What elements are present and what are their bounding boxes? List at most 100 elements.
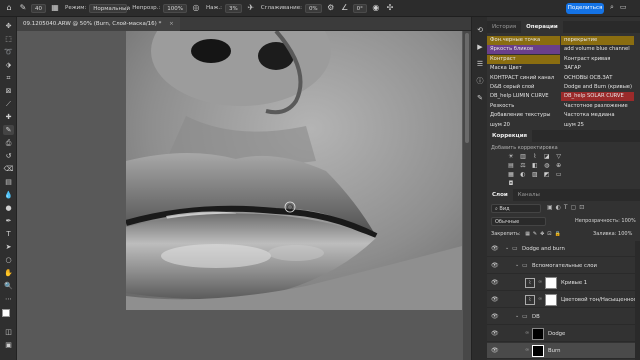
panel-scrollbar[interactable] [635,241,640,360]
action-button[interactable]: Фон.черные точка [487,36,560,45]
black-white-icon[interactable]: ◧ [531,162,539,169]
action-button[interactable]: add volume blue channel [561,45,634,55]
pressure-opacity-icon[interactable]: ◎ [191,3,201,13]
settings-gear-icon[interactable]: ⚙ [326,3,336,13]
blend-mode-dropdown[interactable]: Обычные [491,217,546,226]
layer-mask-thumbnail[interactable] [545,277,557,289]
home-icon[interactable]: ⌂ [4,3,14,13]
chevron-down-icon[interactable]: ⌄ [515,313,519,319]
tab-channels[interactable]: Каналы [513,189,545,201]
lasso-tool-icon[interactable]: ➰ [3,47,14,57]
visibility-eye-icon[interactable]: 👁 [491,347,499,354]
mask-link-icon[interactable]: ∞ [525,347,529,353]
gradient-map-icon[interactable]: ▭ [555,171,563,178]
posterize-icon[interactable]: ▨ [531,171,539,178]
layer-row[interactable]: 👁 ⌄ ▭ DB [487,309,635,325]
properties-panel-icon[interactable]: ☰ [475,59,485,69]
object-select-icon[interactable]: ⬗ [3,60,14,70]
mode-dropdown[interactable]: Нормальный [89,3,130,13]
layer-mask-thumbnail[interactable] [545,294,557,306]
visibility-eye-icon[interactable]: 👁 [491,245,499,252]
visibility-eye-icon[interactable]: 👁 [491,330,499,337]
exposure-icon[interactable]: ◪ [543,153,551,160]
history-brush-icon[interactable]: ↺ [3,151,14,161]
tab-corrections[interactable]: Коррекция [487,130,533,142]
workspace-icon[interactable]: ▭ [620,3,627,12]
filter-pixel-icon[interactable]: ▣ [547,204,556,211]
brightness-icon[interactable]: ☀ [507,153,515,160]
color-balance-icon[interactable]: ⚖ [519,162,527,169]
actions-panel-icon[interactable]: ▶ [475,42,485,52]
search-icon[interactable]: ⌕ [610,3,614,12]
visibility-eye-icon[interactable]: 👁 [491,313,499,320]
screen-mode-icon[interactable]: ▣ [3,340,14,350]
frame-tool-icon[interactable]: ⊠ [3,86,14,96]
shape-tool-icon[interactable]: ○ [3,255,14,265]
brush-size[interactable]: 40 [31,3,46,13]
photo-image[interactable] [126,31,462,310]
brush-tool-icon[interactable]: ✎ [18,3,28,13]
action-button[interactable]: Dodge and Burn (кривые) [561,83,634,92]
invert-icon[interactable]: ◐ [519,171,527,178]
airbrush-icon[interactable]: ✈ [246,3,256,13]
action-button[interactable]: Контраст [487,54,560,64]
action-button[interactable]: Резкость [487,101,560,111]
fill-value[interactable]: 100% [618,231,632,237]
blur-tool-icon[interactable]: 💧 [3,190,14,200]
action-button[interactable]: Контраст кривая [561,54,634,64]
hue-saturation-icon[interactable]: ▤ [507,162,515,169]
brush-panel-icon[interactable]: ▦ [50,3,60,13]
tab-layers[interactable]: Слои [487,189,513,201]
filter-type-icon[interactable]: T [564,204,571,211]
action-button[interactable]: шум 20 [487,120,560,130]
action-button[interactable]: перекрытие [561,36,634,45]
layer-row[interactable]: 👁 ⌇∞ Цветовой тон/Насыщенность 1 [487,292,635,308]
visibility-eye-icon[interactable]: 👁 [491,262,499,269]
eyedropper-icon[interactable]: ⟋ [3,99,14,109]
filter-smart-icon[interactable]: ⊡ [579,204,587,211]
clone-stamp-icon[interactable]: ⎙ [3,138,14,148]
selective-color-icon[interactable]: ◘ [507,180,515,187]
type-tool-icon[interactable]: T [3,229,14,239]
levels-icon[interactable]: ▥ [519,153,527,160]
angle-field[interactable]: 0° [352,3,367,13]
path-select-icon[interactable]: ➤ [3,242,14,252]
opacity-value[interactable]: 100% [621,218,635,224]
quick-mask-icon[interactable]: ◫ [3,327,14,337]
visibility-eye-icon[interactable]: 👁 [491,279,499,286]
layer-search[interactable]: ⌕ Вид [491,204,541,213]
layer-mask-thumbnail[interactable] [532,345,544,357]
vibrance-icon[interactable]: ▽ [555,153,563,160]
action-button[interactable]: ОСНОВЫ ОСВ.ЗАТ [561,73,634,83]
layer-row[interactable]: 👁 ⌄ ▭ Dodge and burn [487,241,635,257]
pressure-size-icon[interactable]: ◉ [371,3,381,13]
brush-settings-icon[interactable]: ✎ [475,93,485,103]
pen-tool-icon[interactable]: ✒ [3,216,14,226]
filter-shape-icon[interactable]: ▢ [571,204,580,211]
mask-link-icon[interactable]: ∞ [538,279,542,285]
layer-mask-thumbnail[interactable] [532,328,544,340]
layer-row[interactable]: 👁 ∞ Dodge [487,326,635,342]
foreground-color-swatch[interactable] [2,309,10,317]
tab-actions[interactable]: Операции [521,21,563,33]
share-button[interactable]: Поделиться [566,3,604,14]
action-button[interactable]: Частотное разложение [561,101,634,111]
history-panel-icon[interactable]: ⟲ [475,25,485,35]
zoom-tool-icon[interactable]: 🔍 [3,281,14,291]
mask-link-icon[interactable]: ∞ [538,296,542,302]
photo-filter-icon[interactable]: ◍ [543,162,551,169]
layer-row[interactable]: 👁 ⌇ ∞ Кривые 1 [487,275,635,291]
layer-row[interactable]: 👁 ⌄ ▭ Вспомогательные слои [487,258,635,274]
action-button[interactable]: Яркость бликов [487,45,560,55]
symmetry-icon[interactable]: ✣ [385,3,395,13]
lock-icons[interactable]: ▦✎✥⊡🔒 [525,231,564,237]
filter-adjust-icon[interactable]: ◐ [556,204,564,211]
visibility-eye-icon[interactable]: 👁 [491,296,499,303]
mask-link-icon[interactable]: ∞ [525,330,529,336]
close-icon[interactable]: × [169,21,174,27]
action-button[interactable]: ЗАГАР [561,64,634,74]
layer-row[interactable]: 👁 ∞ Burn [487,343,635,359]
channel-mixer-icon[interactable]: ⊕ [555,162,563,169]
curves-icon[interactable]: ⌇ [531,153,539,160]
healing-brush-icon[interactable]: ✚ [3,112,14,122]
